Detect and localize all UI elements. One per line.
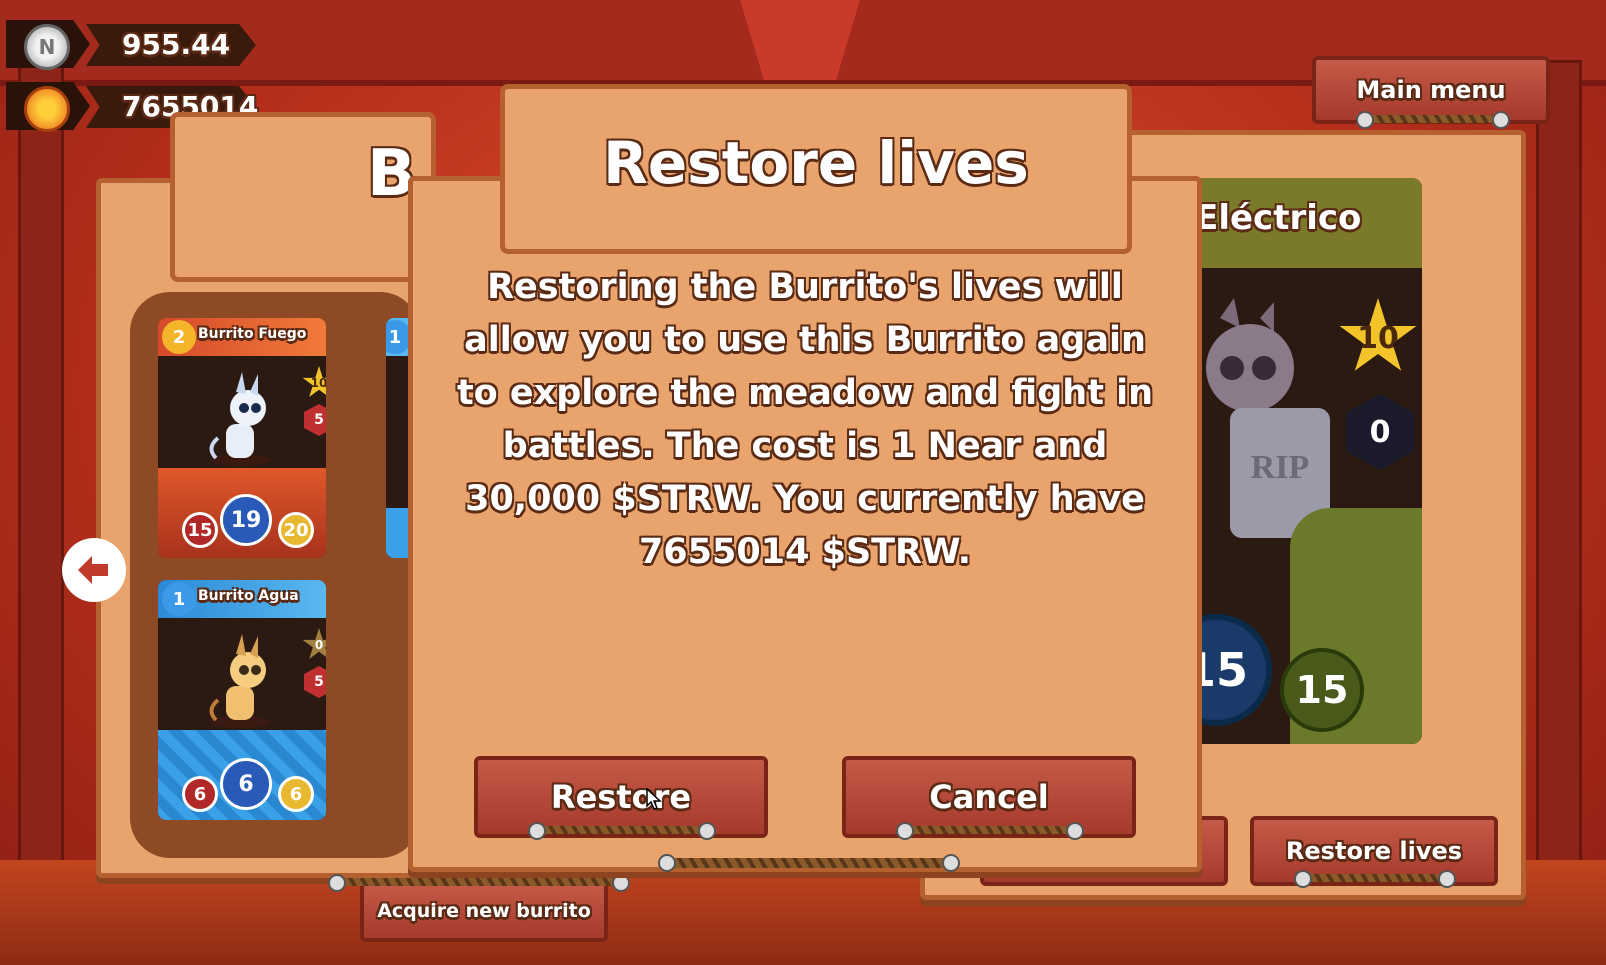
card-name: Burrito Agua: [198, 588, 299, 604]
power-badge: 19: [220, 494, 272, 546]
main-menu-label: Main menu: [1356, 76, 1506, 104]
restore-lives-button-label: Restore lives: [1285, 837, 1463, 865]
detail-defense-badge: 15: [1280, 648, 1364, 732]
modal-title: Restore lives: [603, 129, 1029, 197]
acquire-new-burrito-button[interactable]: Acquire new burrito: [360, 880, 608, 942]
near-balance-display: N 955.44: [6, 20, 256, 70]
attack-badge: 6: [182, 776, 218, 812]
detail-gems-badge: 0: [1346, 394, 1414, 470]
level-badge: 1: [162, 582, 196, 616]
near-balance-value: 955.44: [122, 28, 231, 61]
burrito-card-agua[interactable]: 1 Burrito Agua 0 5 6 6 6: [158, 580, 326, 820]
stars-badge: 0: [302, 628, 326, 659]
acquire-new-burrito-label: Acquire new burrito: [377, 900, 591, 922]
mouse-cursor-icon: [646, 788, 662, 810]
modal-message: Restoring the Burrito's lives will allow…: [456, 267, 1154, 572]
tombstone-text: RIP: [1251, 449, 1310, 486]
defense-badge: 6: [278, 776, 314, 812]
burrito-fire-figure: [209, 372, 270, 466]
cancel-button-label: Cancel: [929, 778, 1049, 816]
burrito-water-figure: [209, 634, 270, 728]
gems-badge: 5: [304, 666, 326, 698]
cancel-rope: [896, 822, 1084, 840]
detail-stars-badge: 10: [1339, 298, 1417, 371]
near-coin-icon: N: [24, 24, 70, 70]
main-menu-button[interactable]: Main menu: [1312, 56, 1550, 124]
stage-pillar-right: [1536, 60, 1582, 866]
stage-pillar-left: [18, 60, 64, 866]
restore-lives-rope: [1294, 870, 1456, 888]
strw-coin-icon: [24, 86, 70, 132]
main-menu-rope: [1356, 111, 1510, 129]
arrow-left-icon: [78, 556, 108, 584]
gems-badge: 5: [304, 404, 326, 436]
curtain-drape: [740, 0, 860, 80]
stars-badge: 10: [302, 366, 326, 397]
burrito-card-fuego[interactable]: 2 Burrito Fuego 10 5 15 19 20: [158, 318, 326, 558]
modal-hanging-rope: [658, 854, 960, 872]
restore-button-label: Restore: [550, 778, 692, 816]
attack-badge: 15: [182, 512, 218, 548]
burrito-list-header-plank: B: [170, 112, 436, 282]
restore-rope: [528, 822, 716, 840]
back-arrow-button[interactable]: [62, 538, 126, 602]
level-badge: 2: [162, 320, 196, 354]
modal-title-plank: Restore lives: [500, 84, 1132, 254]
defense-badge: 20: [278, 512, 314, 548]
power-badge: 6: [220, 758, 272, 810]
acquire-rope: [328, 874, 630, 892]
card-name: Burrito Fuego: [198, 326, 307, 342]
